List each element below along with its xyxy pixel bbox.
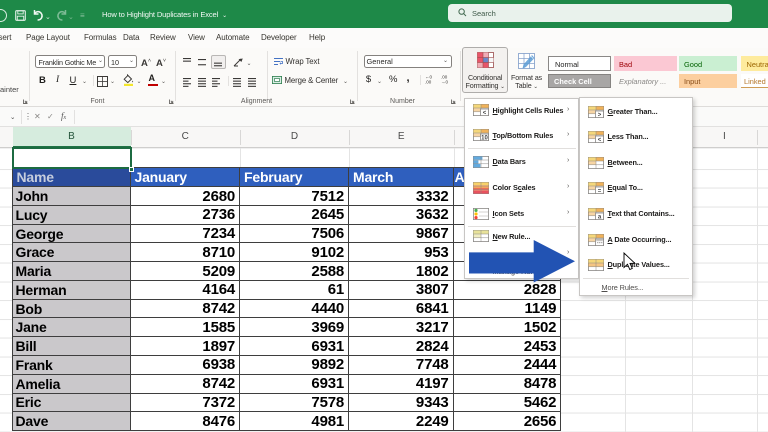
- svg-text:=: =: [597, 188, 601, 194]
- svg-text:→0: →0: [441, 80, 449, 85]
- svg-text:>: >: [597, 112, 601, 118]
- svg-text:<: <: [597, 137, 601, 143]
- svg-text:.00: .00: [425, 80, 432, 85]
- svg-text:10: 10: [481, 136, 488, 142]
- svg-text:<: <: [482, 110, 486, 116]
